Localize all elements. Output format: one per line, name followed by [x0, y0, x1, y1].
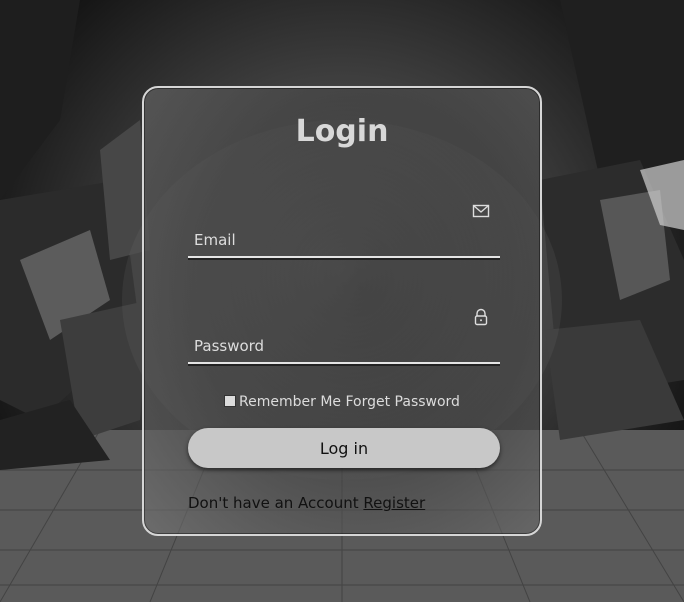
remember-me-checkbox[interactable]	[224, 395, 237, 407]
login-button[interactable]: Log in	[188, 428, 500, 468]
password-field-group	[188, 304, 500, 364]
remember-forgot-row: Remember Me Forget Password	[144, 394, 540, 410]
login-card: Login Remember Me Forget Password Log in…	[142, 86, 542, 536]
login-title: Login	[295, 114, 389, 149]
email-input[interactable]	[188, 224, 500, 258]
email-field-group	[188, 198, 500, 258]
remember-me-label[interactable]: Remember Me	[239, 394, 341, 410]
forgot-password-link[interactable]: Forget Password	[345, 394, 459, 410]
mail-icon	[472, 204, 490, 218]
login-page: Login Remember Me Forget Password Log in…	[0, 0, 684, 602]
register-prompt: Don't have an Account	[188, 494, 359, 512]
register-row: Don't have an Account Register	[188, 494, 425, 512]
password-input[interactable]	[188, 330, 500, 364]
register-link[interactable]: Register	[363, 494, 425, 512]
lock-icon	[474, 308, 488, 326]
